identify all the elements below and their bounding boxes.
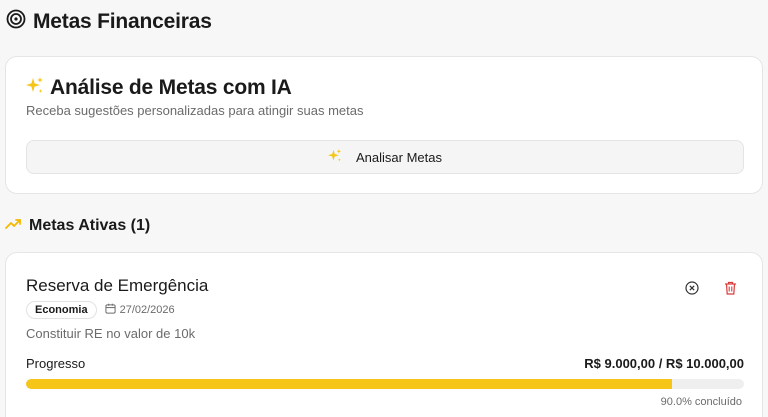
active-goals-header: Metas Ativas (1) — [5, 217, 150, 235]
calendar-icon — [104, 303, 116, 317]
goal-card: Reserva de Emergência Economia 27/02/202… — [5, 252, 763, 417]
goal-actions — [684, 280, 738, 296]
page: Metas Financeiras Análise de Metas com I… — [0, 0, 768, 417]
ai-card-subtitle: Receba sugestões personalizadas para ati… — [26, 103, 364, 118]
sparkles-icon — [26, 76, 44, 100]
progress-row: Progresso R$ 9.000,00 / R$ 10.000,00 — [26, 356, 744, 371]
active-goals-title: Metas Ativas (1) — [29, 217, 151, 234]
analyze-goals-label: Analisar Metas — [356, 149, 442, 165]
page-title: Metas Financeiras — [33, 9, 212, 33]
cancel-goal-button[interactable] — [684, 280, 700, 296]
page-header: Metas Financeiras — [6, 9, 212, 34]
progress-label: Progresso — [26, 356, 86, 371]
goal-meta: Economia 27/02/2026 — [26, 301, 175, 319]
delete-goal-button[interactable] — [722, 280, 738, 296]
progress-bar — [26, 379, 744, 389]
analyze-goals-button[interactable]: Analisar Metas — [26, 140, 744, 174]
progress-bar-fill — [26, 379, 673, 389]
goal-description: Constituir RE no valor de 10k — [26, 326, 196, 341]
target-icon — [6, 9, 26, 34]
sparkles-icon — [328, 148, 342, 166]
goal-name: Reserva de Emergência — [26, 276, 209, 295]
ai-analysis-card: Análise de Metas com IA Receba sugestões… — [5, 56, 763, 194]
category-badge: Economia — [26, 301, 97, 319]
trending-up-icon — [5, 217, 21, 235]
trash-icon — [724, 281, 736, 295]
progress-percent: 90.0% concluído — [660, 396, 742, 408]
goal-date-text: 27/02/2026 — [119, 304, 175, 316]
circle-x-icon — [685, 281, 699, 295]
ai-card-header: Análise de Metas com IA — [26, 76, 292, 100]
goal-date: 27/02/2026 — [104, 303, 175, 317]
ai-card-title: Análise de Metas com IA — [50, 76, 292, 99]
progress-amount: R$ 9.000,00 / R$ 10.000,00 — [584, 356, 744, 371]
